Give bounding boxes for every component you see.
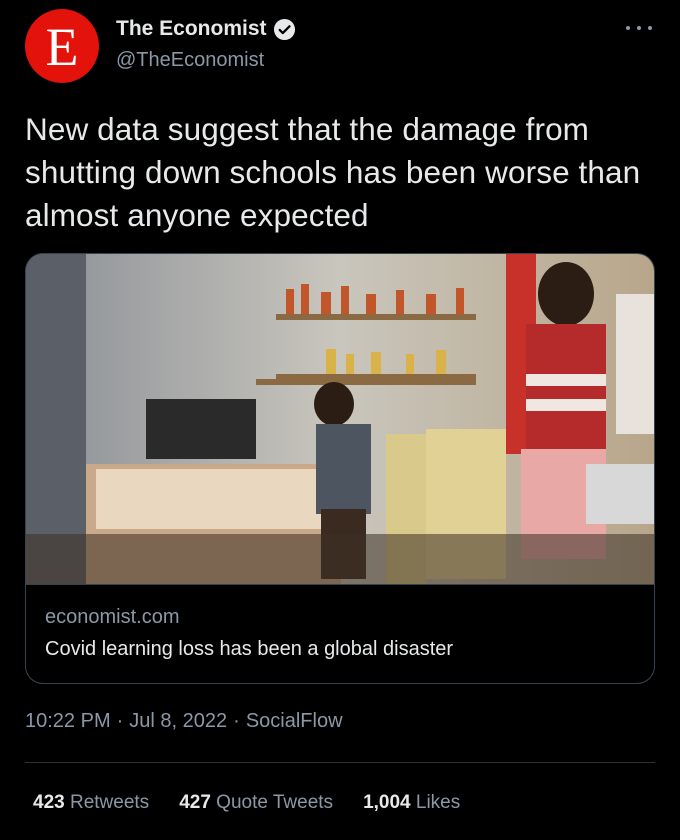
retweets-label: Retweets — [69, 792, 150, 813]
dot-icon — [637, 26, 641, 30]
handle[interactable]: @TheEconomist — [116, 48, 296, 72]
tweet-time[interactable]: 10:22 PM — [25, 710, 111, 733]
verified-badge-icon — [273, 18, 295, 40]
tweet-source[interactable]: SocialFlow — [246, 710, 343, 733]
retweets-stat[interactable]: 423 Retweets — [33, 792, 149, 814]
display-name: The Economist — [116, 17, 267, 40]
tweet-stats: 423 Retweets 427 Quote Tweets 1,004 Like… — [33, 792, 490, 814]
link-card[interactable]: economist.com Covid learning loss has be… — [25, 253, 655, 684]
tweet: E The Economist @TheEconomist New data s… — [0, 0, 680, 840]
retweets-count: 423 — [33, 792, 70, 813]
likes-label: Likes — [415, 792, 461, 813]
quote-tweets-stat[interactable]: 427 Quote Tweets — [179, 792, 333, 814]
author-block: The Economist @TheEconomist — [116, 16, 296, 72]
likes-stat[interactable]: 1,004 Likes — [363, 792, 460, 814]
avatar-letter: E — [45, 17, 79, 77]
more-options-icon[interactable] — [626, 18, 652, 38]
card-meta: economist.com Covid learning loss has be… — [26, 584, 654, 683]
divider — [25, 762, 655, 763]
tweet-date[interactable]: Jul 8, 2022 — [129, 710, 227, 733]
tweet-text: New data suggest that the damage from sh… — [25, 111, 641, 233]
likes-count: 1,004 — [363, 792, 416, 813]
tweet-meta: 10:22 PM · Jul 8, 2022 · SocialFlow — [25, 710, 343, 733]
display-name-link[interactable]: The Economist — [116, 16, 296, 42]
separator: · — [233, 710, 240, 732]
dot-icon — [648, 26, 652, 30]
quotes-count: 427 — [179, 792, 217, 813]
dot-icon — [626, 26, 630, 30]
quotes-label: Quote Tweets — [216, 792, 334, 813]
avatar[interactable]: E — [25, 9, 99, 83]
separator: · — [116, 710, 124, 732]
card-domain: economist.com — [45, 606, 180, 628]
card-title: Covid learning loss has been a global di… — [45, 638, 454, 660]
card-image — [26, 254, 654, 584]
